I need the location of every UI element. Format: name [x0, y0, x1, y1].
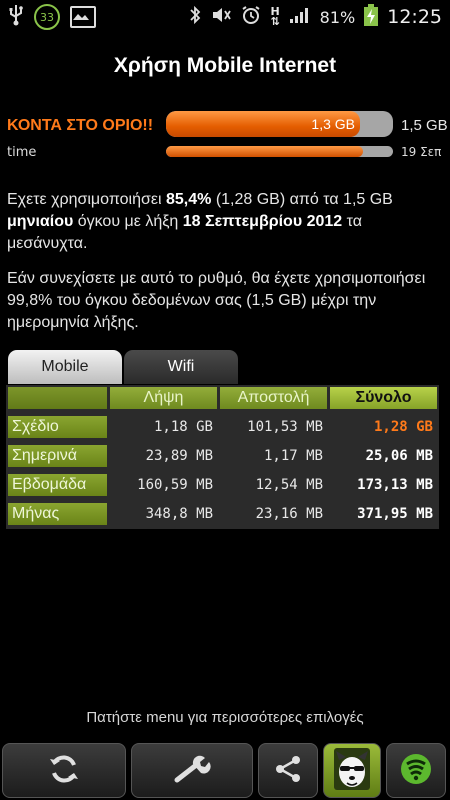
- usb-icon: [8, 4, 24, 30]
- page-title: Χρήση Mobile Internet: [113, 54, 337, 77]
- table-cell-download: 1,18 GB: [153, 419, 213, 435]
- table-header-upload: Αποστολή: [220, 387, 327, 409]
- table-cell-total: 173,13 MB: [357, 477, 433, 493]
- clock: 12:25: [387, 6, 442, 28]
- table-cell-total: 1,28 GB: [373, 419, 433, 435]
- table-cell-download: 23,89 MB: [145, 448, 213, 464]
- table-cell-total: 371,95 MB: [357, 506, 433, 522]
- dog-mascot-icon: [332, 746, 372, 796]
- time-progress-bar: [166, 146, 393, 157]
- table-cell-upload: 23,16 MB: [255, 506, 323, 522]
- tab-mobile[interactable]: Mobile: [8, 350, 122, 384]
- time-progress-fill: [166, 146, 364, 157]
- table-cell-download: 160,59 MB: [137, 477, 213, 493]
- time-end-text: 19 Σεπ: [401, 145, 442, 159]
- usage-progress-bar: 1,3 GB: [166, 111, 393, 137]
- limit-warning-label: ΚΟΝΤΑ ΣΤΟ ΟΡΙΟ!!: [7, 117, 154, 134]
- summary-percent: 85,4%: [166, 191, 212, 208]
- signal-icon: [289, 6, 311, 28]
- summary-period: μηνιαίου: [7, 213, 74, 230]
- security-button[interactable]: [386, 743, 446, 798]
- summary-expiry-date: 18 Σεπτεμβρίου 2012: [182, 213, 343, 230]
- tab-bar: Mobile Wifi: [8, 350, 238, 386]
- time-label: time: [7, 145, 37, 160]
- app-mascot-button[interactable]: [323, 743, 381, 798]
- refresh-icon: [46, 751, 82, 791]
- table-row-label: Σχέδιο: [8, 416, 107, 438]
- table-cell-upload: 1,17 MB: [263, 448, 323, 464]
- bluetooth-icon: [189, 5, 201, 29]
- battery-percent: 81%: [319, 7, 356, 27]
- mute-icon: [210, 6, 232, 28]
- table-row-label: Μήνας: [8, 503, 107, 525]
- usage-table: Λήψη Αποστολή Σύνολο Σχέδιο 1,18 GB 101,…: [6, 385, 439, 529]
- lookout-shield-icon: [399, 752, 433, 790]
- table-cell-upload: 101,53 MB: [247, 419, 323, 435]
- network-type-icon: H ⇅: [270, 5, 280, 28]
- status-bar: 33 H ⇅ 81% 12:25: [0, 0, 450, 34]
- menu-hint: Πατήστε menu για περισσότερες επιλογές: [86, 709, 364, 726]
- usage-used-text: 1,3 GB: [311, 116, 355, 132]
- share-icon: [273, 754, 303, 788]
- summary-text: όγκου με λήξη: [73, 213, 183, 230]
- usage-limit-text: 1,5 GB: [401, 117, 448, 134]
- table-header-empty: [8, 387, 107, 409]
- battery-icon: [364, 4, 379, 30]
- alarm-icon: [241, 5, 261, 29]
- tab-wifi[interactable]: Wifi: [124, 350, 238, 384]
- table-row-label: Σημερινά: [8, 445, 107, 467]
- share-button[interactable]: [258, 743, 318, 798]
- table-row-label: Εβδομάδα: [8, 474, 107, 496]
- usage-summary-paragraph: Εχετε χρησιμοποιήσει 85,4% (1,28 GB) από…: [7, 189, 443, 255]
- refresh-button[interactable]: [2, 743, 126, 798]
- table-header-download: Λήψη: [110, 387, 217, 409]
- notification-badge-icon: 33: [34, 4, 60, 30]
- table-cell-total: 25,06 MB: [365, 448, 433, 464]
- summary-text: (1,28 GB) από τα 1,5 GB: [211, 191, 393, 208]
- bottom-toolbar: [0, 741, 450, 800]
- settings-button[interactable]: [131, 743, 253, 798]
- image-icon: [70, 6, 96, 28]
- table-cell-download: 348,8 MB: [145, 506, 213, 522]
- table-header-total: Σύνολο: [330, 387, 437, 409]
- table-cell-upload: 12,54 MB: [255, 477, 323, 493]
- wrench-icon: [173, 754, 211, 788]
- summary-text: Εχετε χρησιμοποιήσει: [7, 191, 166, 208]
- projection-paragraph: Εάν συνεχίσετε με αυτό το ρυθμό, θα έχετ…: [7, 270, 426, 331]
